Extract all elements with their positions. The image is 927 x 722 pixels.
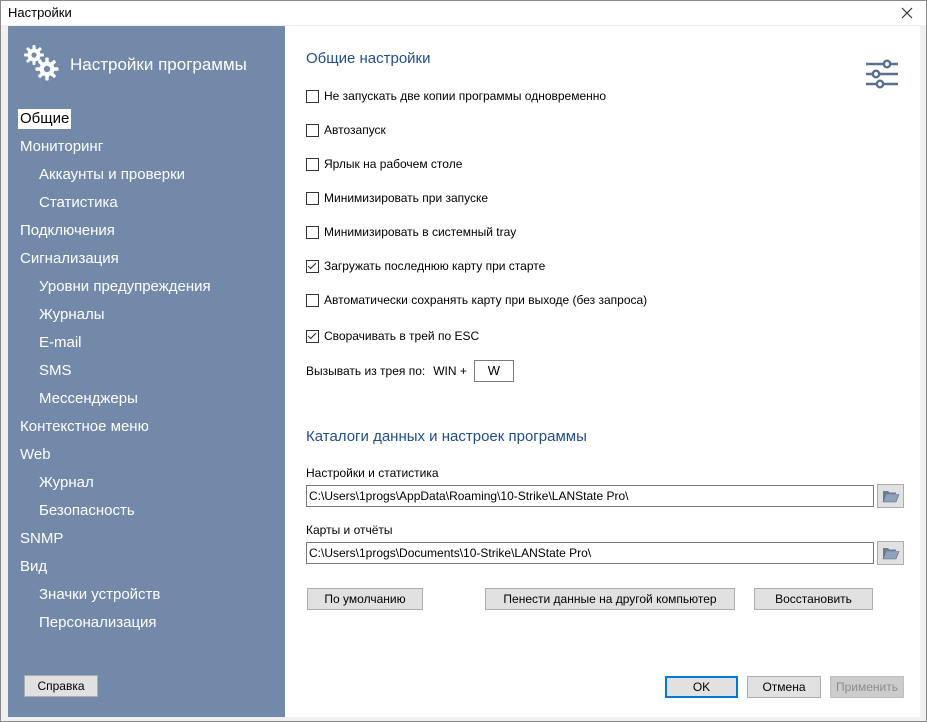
option-autostart[interactable]: Автозапуск xyxy=(306,122,386,138)
close-icon xyxy=(901,7,913,19)
option-minimize-to-tray[interactable]: Минимизировать в системный tray xyxy=(306,224,516,240)
folder-icon xyxy=(882,548,899,560)
gears-icon xyxy=(24,45,59,81)
title-bar: Настройки xyxy=(1,1,926,25)
option-label: Не запускать две копии программы одновре… xyxy=(324,89,607,103)
checkbox-minimize-to-tray[interactable] xyxy=(306,225,319,239)
nav-item-statistics[interactable]: Статистика xyxy=(37,193,120,213)
nav-item-accounts[interactable]: Аккаунты и проверки xyxy=(37,165,187,185)
checkbox-minimize-on-start[interactable] xyxy=(306,191,319,205)
option-label: Минимизировать в системный tray xyxy=(324,225,517,239)
app-title: Настройки программы xyxy=(70,55,247,74)
transfer-data-button[interactable]: Пенести данные на другой компьютер xyxy=(485,588,735,610)
sidebar: Настройки программы Общие Мониторинг Акк… xyxy=(8,26,285,717)
checkbox-desktop-shortcut[interactable] xyxy=(306,157,319,171)
option-label: Автозапуск xyxy=(324,123,386,137)
hotkey-modifier: WIN + xyxy=(433,364,467,378)
apply-button: Применить xyxy=(830,676,904,698)
option-label: Загружать последнюю карту при старте xyxy=(324,259,546,273)
option-minimize-on-start[interactable]: Минимизировать при запуске xyxy=(306,190,488,206)
nav-item-web-log[interactable]: Журнал xyxy=(37,473,96,493)
nav-item-personalization[interactable]: Персонализация xyxy=(37,613,159,633)
nav-item-alarms[interactable]: Сигнализация xyxy=(18,249,121,269)
checkbox-single-instance[interactable] xyxy=(306,89,319,103)
settings-window: Настройки Настройки программы Общие Мони… xyxy=(0,0,927,722)
option-label: Минимизировать при запуске xyxy=(324,191,489,205)
option-autosave-map[interactable]: Автоматически сохранять карту при выходе… xyxy=(306,292,647,308)
option-esc-to-tray[interactable]: Сворачивать в трей по ESC xyxy=(306,328,479,344)
option-single-instance[interactable]: Не запускать две копии программы одновре… xyxy=(306,88,606,104)
nav-item-logs[interactable]: Журналы xyxy=(37,305,107,325)
hotkey-input[interactable]: W xyxy=(473,360,514,382)
sliders-icon xyxy=(866,59,898,89)
nav-item-view[interactable]: Вид xyxy=(18,557,49,577)
nav-item-connections[interactable]: Подключения xyxy=(18,221,117,241)
option-label: Ярлык на рабочем столе xyxy=(324,157,463,171)
nav-item-sms[interactable]: SMS xyxy=(37,361,74,381)
window-title: Настройки xyxy=(8,5,72,20)
nav-item-snmp[interactable]: SNMP xyxy=(18,529,65,549)
option-desktop-shortcut[interactable]: Ярлык на рабочем столе xyxy=(306,156,462,172)
nav-item-warning-levels[interactable]: Уровни предупреждения xyxy=(37,277,213,297)
restore-button[interactable]: Восстановить xyxy=(754,588,873,610)
nav-item-device-icons[interactable]: Значки устройств xyxy=(37,585,162,605)
checkbox-autostart[interactable] xyxy=(306,123,319,137)
nav-item-monitoring[interactable]: Мониторинг xyxy=(18,137,105,157)
nav-item-general[interactable]: Общие xyxy=(18,109,72,129)
cancel-button[interactable]: Отмена xyxy=(747,676,821,698)
checkbox-autosave-map[interactable] xyxy=(306,293,319,307)
nav-item-security[interactable]: Безопасность xyxy=(37,501,137,521)
help-button[interactable]: Справка xyxy=(24,675,98,697)
settings-path-input[interactable]: C:\Users\1progs\AppData\Roaming\10-Strik… xyxy=(306,485,874,507)
checkbox-load-last-map[interactable] xyxy=(306,259,319,273)
catalogs-title: Каталоги данных и настроек программы xyxy=(306,428,587,445)
app-header: Настройки программы xyxy=(22,43,282,83)
option-label: Сворачивать в трей по ESC xyxy=(324,329,480,343)
maps-path-label: Карты и отчёты xyxy=(306,523,393,537)
ok-button[interactable]: OK xyxy=(665,676,738,698)
settings-browse-button[interactable] xyxy=(877,484,904,508)
maps-path-input[interactable]: C:\Users\1progs\Documents\10-Strike\LANS… xyxy=(306,542,874,564)
nav-item-context-menu[interactable]: Контекстное меню xyxy=(18,417,151,437)
general-settings-title: Общие настройки xyxy=(306,50,431,67)
hotkey-label: Вызывать из трея по: xyxy=(306,364,426,378)
option-label: Автоматически сохранять карту при выходе… xyxy=(324,293,648,307)
content-panel: Общие настройки Не запускать две копии п… xyxy=(285,26,920,717)
option-load-last-map[interactable]: Загружать последнюю карту при старте xyxy=(306,258,545,274)
nav-item-web[interactable]: Web xyxy=(18,445,53,465)
maps-browse-button[interactable] xyxy=(877,541,904,565)
hotkey-row: Вызывать из трея по: WIN + W xyxy=(306,360,514,382)
checkbox-esc-to-tray[interactable] xyxy=(306,329,319,343)
nav-item-email[interactable]: E-mail xyxy=(37,333,84,353)
nav-item-messengers[interactable]: Мессенджеры xyxy=(37,389,140,409)
close-button[interactable] xyxy=(888,1,926,25)
settings-path-label: Настройки и статистика xyxy=(306,466,439,480)
default-button[interactable]: По умолчанию xyxy=(307,588,423,610)
folder-icon xyxy=(882,491,899,503)
